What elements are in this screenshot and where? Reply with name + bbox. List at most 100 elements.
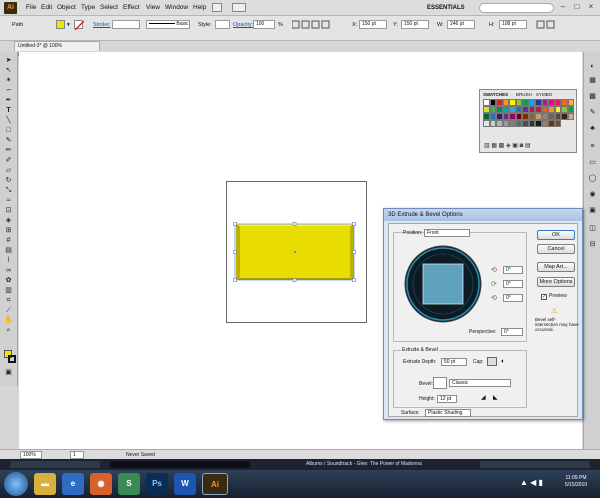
stroke-panel-icon[interactable]: ≡ <box>587 142 598 151</box>
brush-definition-select[interactable]: Basic <box>146 20 190 29</box>
maximize-icon[interactable]: □ <box>572 2 582 12</box>
rotate-x-field[interactable]: 0° <box>503 266 523 274</box>
menu-type[interactable]: Type <box>81 4 95 11</box>
illustrator-icon[interactable]: Ai <box>202 473 228 495</box>
stroke-color-box[interactable] <box>8 355 16 363</box>
paintbrush-tool-icon[interactable]: ✎ <box>3 136 14 145</box>
y-position-field[interactable]: 150 pt <box>401 20 429 29</box>
gradient-panel-icon[interactable]: ▭ <box>587 158 598 167</box>
stroke-color-swatch[interactable] <box>74 20 85 31</box>
close-icon[interactable]: × <box>586 2 596 12</box>
menu-effect[interactable]: Effect <box>123 4 140 11</box>
surface-select[interactable]: Plastic Shading <box>425 409 471 417</box>
menu-edit[interactable]: Edit <box>41 4 52 11</box>
swatches-panel-icon[interactable]: ▩ <box>587 92 598 101</box>
bridge-icon[interactable] <box>212 3 222 12</box>
swatch-grid[interactable] <box>483 99 575 139</box>
menu-file[interactable]: File <box>26 4 36 11</box>
transform-icons[interactable] <box>536 20 556 30</box>
shape-builder-tool-icon[interactable]: ◈ <box>3 216 14 225</box>
workspace-switcher[interactable]: ESSENTIALS <box>427 3 473 13</box>
document-tab[interactable]: Untitled-3* @ 100% (CMYK/Preview) <box>14 41 100 58</box>
ie-icon[interactable]: e <box>62 473 84 495</box>
media-controls[interactable] <box>10 461 100 468</box>
arrange-documents-icon[interactable] <box>232 3 246 12</box>
tab-brushes[interactable]: BRUSH <box>516 92 532 98</box>
pencil-tool-icon[interactable]: ✏ <box>3 146 14 155</box>
cap-off-icon[interactable]: ◐ <box>501 357 511 366</box>
zoom-tool-icon[interactable]: ⌕ <box>3 326 14 335</box>
height-field[interactable]: 12 pt <box>437 395 457 403</box>
app-s-icon[interactable]: S <box>118 473 140 495</box>
stroke-weight-field[interactable] <box>112 20 140 29</box>
align-icons[interactable] <box>291 20 332 30</box>
symbols-panel-icon[interactable]: ♣ <box>587 124 598 133</box>
mesh-tool-icon[interactable]: # <box>3 236 14 245</box>
color-panel-icon[interactable]: ◐ <box>587 62 598 71</box>
start-button[interactable] <box>4 472 28 496</box>
swatch[interactable] <box>554 120 561 127</box>
eyedropper-tool-icon[interactable]: ⌇ <box>3 256 14 265</box>
hand-tool-icon[interactable]: ✋ <box>3 316 14 325</box>
type-tool-icon[interactable]: T <box>3 106 14 115</box>
word-icon[interactable]: W <box>174 473 196 495</box>
swatch[interactable] <box>567 99 574 106</box>
perspective-grid-tool-icon[interactable]: ⊞ <box>3 226 14 235</box>
screen-mode-icon[interactable]: ▣ <box>3 368 14 377</box>
artboard-number-field[interactable]: 1 <box>70 451 84 459</box>
swatch[interactable] <box>567 106 574 113</box>
stroke-label[interactable]: Stroke: <box>93 21 110 29</box>
slice-tool-icon[interactable]: ⟋ <box>3 306 14 315</box>
rectangle-tool-icon[interactable]: □ <box>3 126 14 135</box>
graphic-style-select[interactable] <box>215 20 230 29</box>
graphic-styles-icon[interactable]: ▣ <box>587 206 598 215</box>
track-cube[interactable] <box>403 244 483 324</box>
cap-on-button[interactable] <box>487 357 497 366</box>
blend-tool-icon[interactable]: ∞ <box>3 266 14 275</box>
ok-button[interactable]: OK <box>537 230 575 240</box>
tray-icons[interactable]: ▲ ◀ ▮ <box>520 478 543 487</box>
gradient-tool-icon[interactable]: ▤ <box>3 246 14 255</box>
cancel-button[interactable]: Cancel <box>537 244 575 254</box>
x-position-field[interactable]: 150 pt <box>359 20 387 29</box>
menu-help[interactable]: Help <box>193 4 206 11</box>
playback-buttons[interactable] <box>480 461 590 468</box>
bevel-select[interactable]: Classic <box>449 379 511 387</box>
help-search-input[interactable] <box>479 3 554 13</box>
more-options-button[interactable]: More Options <box>537 277 575 287</box>
magic-wand-tool-icon[interactable]: ✶ <box>3 76 14 85</box>
menu-view[interactable]: View <box>146 4 160 11</box>
opacity-label[interactable]: Opacity: <box>233 21 253 29</box>
chevron-down-icon[interactable]: ▾ <box>67 21 70 29</box>
brushes-panel-icon[interactable]: ✎ <box>587 108 598 117</box>
rotate-z-field[interactable]: 0° <box>503 294 523 302</box>
artboard-tool-icon[interactable]: ⌗ <box>3 296 14 305</box>
layers-panel-icon[interactable]: ◫ <box>587 224 598 233</box>
transparency-panel-icon[interactable]: ◯ <box>587 174 598 183</box>
preview-checkbox[interactable]: ✓ <box>541 294 547 300</box>
free-transform-tool-icon[interactable]: ⊡ <box>3 206 14 215</box>
tab-swatches[interactable]: SWATCHES <box>483 92 508 98</box>
menu-window[interactable]: Window <box>165 4 188 11</box>
symbol-sprayer-tool-icon[interactable]: ✿ <box>3 276 14 285</box>
direct-selection-tool-icon[interactable]: ↖ <box>3 66 14 75</box>
clock[interactable]: 11:09 PM 5/15/2010 <box>560 475 592 489</box>
photoshop-icon[interactable]: Ps <box>146 473 168 495</box>
perspective-field[interactable]: 0° <box>501 328 523 336</box>
height-field[interactable]: 108 pt <box>499 20 527 29</box>
zoom-select[interactable]: 100% <box>20 451 42 459</box>
menu-object[interactable]: Object <box>57 4 76 11</box>
fill-color-swatch[interactable] <box>56 20 65 29</box>
extruded-rectangle[interactable] <box>232 222 358 284</box>
swatch-panel-buttons[interactable]: ▥ ▦ ▩ ◈ ▣ ◙ ▤ <box>484 142 574 150</box>
column-graph-tool-icon[interactable]: ▥ <box>3 286 14 295</box>
line-tool-icon[interactable]: ╲ <box>3 116 14 125</box>
menu-select[interactable]: Select <box>100 4 118 11</box>
bevel-extent-out-icon[interactable]: ◢ <box>481 394 486 401</box>
scale-tool-icon[interactable]: ⤡ <box>3 186 14 195</box>
opacity-field[interactable]: 100 <box>253 20 275 29</box>
extrude-depth-field[interactable]: 50 pt <box>441 358 467 366</box>
minimize-icon[interactable]: – <box>558 2 568 12</box>
appearance-panel-icon[interactable]: ◉ <box>587 190 598 199</box>
eraser-tool-icon[interactable]: ▱ <box>3 166 14 175</box>
